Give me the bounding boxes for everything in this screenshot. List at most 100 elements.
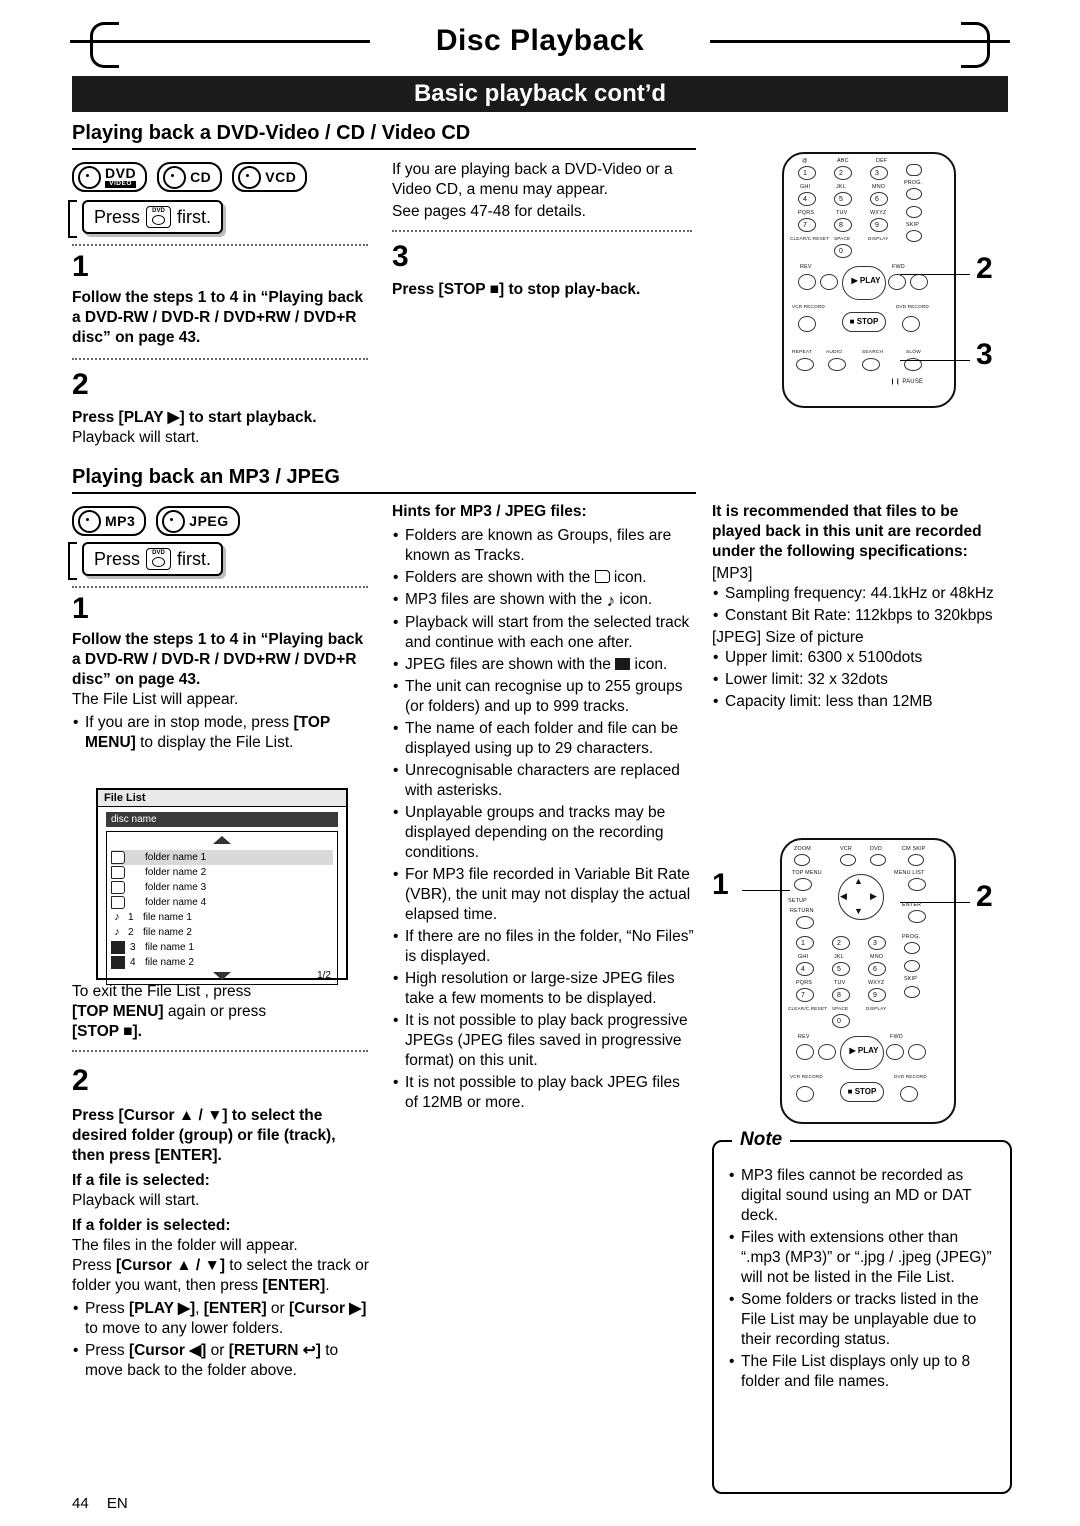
list-item: MP3 files cannot be recorded as digital … [728, 1166, 996, 1226]
mp3-exit-line3: [STOP ■]. [72, 1023, 142, 1040]
music-note-icon: ♪ [606, 591, 616, 610]
callout-number-2-top: 2 [976, 252, 993, 285]
press-dvd-first-dvd: Press DVD first. [82, 200, 224, 234]
scroll-down-arrow-icon[interactable] [213, 972, 231, 980]
remote-num-5b: 5 [837, 966, 842, 973]
media-badge-sub: VIDEO [105, 181, 137, 189]
mp3-sub2-text2: Press [Cursor ▲ / ▼] to select the track… [72, 1257, 369, 1294]
list-item-continuation: • Unrecognisable characters are replaced … [392, 761, 696, 801]
remote-control-top: @ ABC DEF 1 2 3 GHI JKL MNO 4 5 6 PQRS T… [782, 152, 956, 408]
remote-button-fwd[interactable] [888, 274, 906, 290]
cursor-right-icon[interactable]: ▶ [870, 891, 877, 902]
remote-button-search[interactable] [862, 358, 880, 371]
remote-label-stop: ■ STOP [849, 317, 879, 326]
image-icon [111, 941, 125, 954]
list-item[interactable]: ♪ 2 file name 2 [111, 925, 333, 940]
mp3-sub2-text: The files in the folder will appear. [72, 1237, 298, 1254]
mp3-exit-block: To exit the File List , press [TOP MENU]… [72, 982, 372, 1383]
list-item[interactable]: folder name 3 [111, 880, 333, 895]
remote-button-menu-list[interactable] [908, 878, 926, 891]
remote-label-top-menu: TOP MENU [792, 870, 822, 876]
remote-button-prog-up[interactable] [906, 188, 922, 200]
cursor-left-icon[interactable]: ◀ [840, 891, 847, 902]
folder-icon [111, 851, 125, 864]
dvd-key-label: DVD [152, 550, 165, 556]
remote-button-vcr-record-b[interactable] [796, 1086, 814, 1102]
press-label-post: first. [177, 548, 212, 569]
scroll-up-arrow-icon[interactable] [213, 836, 231, 844]
remote-num-8: 8 [839, 222, 844, 229]
remote-button-fwd-b[interactable] [886, 1044, 904, 1060]
remote-button-top-menu[interactable] [794, 878, 812, 891]
remote-button-rev2[interactable] [820, 274, 838, 290]
remote-button-audio[interactable] [828, 358, 846, 371]
remote-button-return[interactable] [796, 916, 814, 929]
list-item[interactable]: folder name 4 [111, 895, 333, 910]
file-list-label: folder name 1 [145, 852, 207, 863]
remote-label-rev: REV [800, 264, 812, 270]
remote-button-skip-b[interactable] [904, 986, 920, 998]
page-footer: 44 EN [72, 1495, 142, 1512]
remote-button-enter[interactable] [908, 910, 926, 923]
divider-dotted-1 [72, 244, 368, 246]
dvd-step2-text: Playback will start. [72, 429, 200, 446]
list-item: The File List displays only up to 8 fold… [728, 1352, 996, 1392]
press-first-tick-mp3 [68, 542, 77, 580]
press-dvd-first-mp3: Press DVD first. [82, 542, 224, 576]
remote-button-fwd2-b[interactable] [908, 1044, 926, 1060]
mp3-step2-bold: Press [Cursor ▲ / ▼] to select the desir… [72, 1107, 336, 1164]
remote-button-rev-b[interactable] [796, 1044, 814, 1060]
dvd-key-label: DVD [152, 208, 165, 214]
remote-button-cm-skip[interactable] [908, 854, 924, 866]
remote-button-dvd[interactable] [870, 854, 886, 866]
heading-mp3-rule [72, 492, 696, 494]
list-item[interactable]: 4 file name 2 [111, 955, 333, 970]
note-list: MP3 files cannot be recorded as digital … [728, 1166, 996, 1392]
remote-label-skip-b: SKIP [904, 976, 918, 982]
dvd-key-circle [152, 557, 166, 567]
remote-button-rev2-b[interactable] [818, 1044, 836, 1060]
list-item: MP3 files are shown with the ♪ icon. [392, 590, 696, 611]
disc-icon [162, 509, 186, 533]
list-item: Lower limit: 32 x 32dots [712, 670, 1008, 690]
file-list-number: 3 [130, 942, 136, 953]
step-number: 1 [72, 250, 89, 283]
remote-button-zoom[interactable] [794, 854, 810, 866]
remote-button-repeat[interactable] [796, 358, 814, 371]
list-item-continuation: • Playback will start from the selected t… [392, 613, 696, 653]
mp3-exit-text: To exit the File List , press [72, 983, 252, 1000]
recommend-heading: It is recommended that files to be playe… [712, 503, 982, 560]
cursor-up-icon[interactable]: ▲ [854, 876, 863, 886]
cursor-down-icon[interactable]: ▼ [854, 906, 863, 916]
list-item: It is not possible to play back progress… [392, 1011, 696, 1071]
remote-button-prog-up-b[interactable] [904, 942, 920, 954]
list-item: JPEG files are shown with the icon. [392, 655, 696, 675]
remote-button-fwd2[interactable] [910, 274, 928, 290]
remote-button-dvd-record-b[interactable] [900, 1086, 918, 1102]
remote-button-vcr-record[interactable] [798, 316, 816, 332]
recommend-mp3-list: Sampling frequency: 44.1kHz or 48kHz Con… [712, 584, 1008, 626]
file-list-label: file name 1 [143, 912, 192, 923]
list-item[interactable]: folder name 1 [111, 850, 333, 865]
hints-heading: Hints for MP3 / JPEG files: [392, 503, 587, 520]
remote-button-prog-down-b[interactable] [904, 960, 920, 972]
remote-button-dvd-record[interactable] [902, 316, 920, 332]
list-item: Capacity limit: less than 12MB [712, 692, 1008, 712]
remote-button-vcr[interactable] [840, 854, 856, 866]
mp3-exit-line2: [TOP MENU] again or press [72, 1003, 267, 1020]
remote-button-rev[interactable] [798, 274, 816, 290]
image-icon [615, 658, 631, 670]
disc-icon [163, 165, 187, 189]
remote-button-skip[interactable] [906, 230, 922, 242]
list-item[interactable]: 3 file name 1 [111, 940, 333, 955]
remote-button-prog-down[interactable] [906, 206, 922, 218]
remote-button-up-arrow[interactable] [906, 164, 922, 176]
heading-dvd-playback: Playing back a DVD-Video / CD / Video CD [72, 122, 471, 144]
list-item[interactable]: ♪ 1 file name 1 [111, 910, 333, 925]
remote-num-0b: 0 [837, 1018, 842, 1025]
remote-label-skip: SKIP [906, 222, 920, 228]
list-item[interactable]: folder name 2 [111, 865, 333, 880]
step-number: 2 [72, 368, 89, 401]
media-badge-vcd: VCD [232, 162, 308, 192]
list-item: For MP3 file recorded in Variable Bit Ra… [392, 865, 696, 925]
